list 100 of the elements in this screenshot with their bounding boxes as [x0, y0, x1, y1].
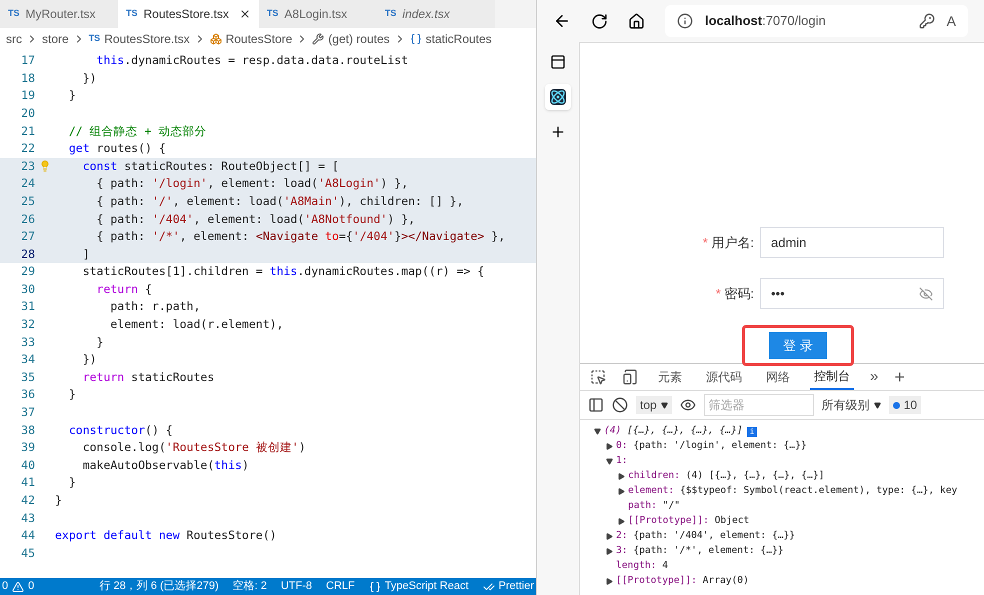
clear-console-icon[interactable] [612, 397, 628, 413]
line-number: 32 [20, 316, 35, 334]
key-icon[interactable] [918, 13, 935, 29]
collapsed-triangle-icon[interactable] [606, 578, 613, 585]
inspect-icon[interactable] [590, 369, 606, 385]
status-item[interactable]: 行 28，列 6 (已选择279) [99, 578, 219, 595]
code-line: { path: '/*', element: <Navigate to={'/404'}></Navigate> }, [96, 228, 506, 246]
status-item[interactable]: 空格: 2 [232, 578, 267, 595]
refresh-icon[interactable] [591, 12, 608, 30]
console-entry: [[Prototype]]: Object [628, 514, 750, 528]
code-line: makeAutoObservable(this) [82, 456, 249, 474]
add-icon[interactable] [550, 124, 566, 140]
check-icon [482, 580, 495, 592]
editor-tab[interactable]: TS RoutesStore.tsx [118, 0, 259, 28]
code-line: } [96, 334, 104, 351]
code-line: constructor() { [68, 422, 173, 439]
message-count-badge[interactable]: 10 [888, 396, 922, 414]
collapsed-triangle-icon[interactable] [618, 473, 625, 480]
tabs-icon[interactable] [550, 54, 566, 70]
address-bar[interactable]: localhost:7070/login A [665, 5, 968, 37]
eye-icon[interactable] [680, 397, 696, 413]
line-number: 26 [20, 210, 35, 228]
line-number: 30 [20, 280, 35, 298]
console-entry: (4) [{…}, {…}, {…}, {…}] [604, 424, 743, 438]
code-line: export default new RoutesStore() [55, 527, 277, 544]
warning-icon [12, 580, 24, 592]
sidebar-icon[interactable] [588, 397, 604, 413]
status-item[interactable]: TypeScript React [384, 578, 469, 595]
line-number: 42 [20, 492, 35, 510]
add-tab-button[interactable]: + [894, 364, 905, 390]
login-button[interactable]: 登 录 [769, 332, 827, 359]
line-number: 31 [20, 298, 35, 316]
line-number: 18 [20, 70, 35, 87]
status-item[interactable]: CRLF [326, 578, 355, 595]
devtools-tab[interactable]: 控制台 [810, 364, 854, 390]
line-number: 41 [20, 474, 35, 492]
collapsed-triangle-icon[interactable] [618, 488, 625, 495]
collapsed-triangle-icon[interactable] [606, 548, 613, 555]
line-number: 25 [20, 192, 35, 210]
code-line: { path: '/404', element: load('A8Notfound') }, [96, 210, 416, 228]
sidebar-app-button[interactable] [545, 84, 571, 110]
collapsed-triangle-icon[interactable] [606, 443, 613, 450]
line-number: 24 [20, 175, 35, 192]
braces-icon [368, 580, 381, 592]
editor-tab[interactable]: TS A8Login.tsx [258, 0, 377, 28]
warning-count[interactable]: 0 [28, 578, 34, 595]
expanded-triangle-icon[interactable] [594, 428, 601, 435]
password-field[interactable]: ••• [760, 278, 944, 309]
devtools-tab[interactable]: 源代码 [702, 364, 746, 390]
tab-label: MyRouter.tsx [26, 6, 96, 23]
username-field[interactable]: admin [760, 227, 944, 258]
collapsed-triangle-icon[interactable] [606, 533, 613, 540]
code-line: const staticRoutes: RouteObject[] = [ [82, 158, 339, 175]
hide-password-icon[interactable] [919, 286, 933, 300]
levels-dropdown[interactable]: 所有级别 [822, 396, 881, 414]
breadcrumb-item[interactable]: RoutesStore [210, 30, 292, 48]
error-count[interactable]: 0 [2, 578, 8, 595]
line-number: 19 [20, 87, 35, 104]
typescript-file-icon: TS [384, 7, 396, 21]
close-icon[interactable] [238, 8, 251, 20]
status-item[interactable]: UTF-8 [280, 578, 312, 595]
breadcrumb-item[interactable]: store [42, 30, 69, 48]
context-dropdown[interactable]: top [636, 396, 672, 414]
collapsed-triangle-icon[interactable] [618, 518, 625, 525]
read-aloud-label[interactable]: A [946, 10, 956, 32]
device-icon[interactable] [622, 369, 638, 385]
editor-tab[interactable]: TS MyRouter.tsx [0, 0, 118, 28]
tab-label: RoutesStore.tsx [144, 6, 229, 23]
breadcrumb-item[interactable]: src [6, 30, 22, 48]
status-item[interactable]: Prettier [498, 578, 534, 595]
console-entry: element: {$$typeof: Symbol(react.element), type: {…}, key [628, 484, 958, 498]
line-number: 27 [20, 228, 35, 246]
line-number: 35 [20, 368, 35, 386]
devtools-tab[interactable]: 元素 [654, 364, 686, 390]
typescript-file-icon: TS [266, 7, 278, 21]
code-line: } [68, 87, 76, 104]
typescript-file-icon: TS [126, 7, 138, 21]
home-icon[interactable] [628, 12, 645, 30]
console-entry: 0: {path: '/login', element: {…}} [616, 439, 807, 454]
line-number: 38 [20, 422, 35, 439]
console-entry: children: (4) [{…}, {…}, {…}, {…}] [628, 469, 824, 484]
devtools-tab[interactable]: 网络 [762, 364, 794, 390]
breadcrumb-item[interactable]: TS RoutesStore.tsx [88, 30, 190, 48]
typescript-file-icon: TS [8, 7, 20, 21]
code-line: } [68, 474, 76, 492]
console-entry: path: "/" [628, 499, 680, 514]
info-badge[interactable]: i [746, 426, 758, 436]
code-line: } [68, 386, 76, 404]
breadcrumb-item[interactable]: staticRoutes [410, 30, 492, 48]
editor-tab[interactable]: TS index.tsx [376, 0, 495, 28]
code-line: return staticRoutes [82, 368, 214, 386]
filter-field[interactable]: 筛选器 [704, 394, 814, 416]
tab-label: A8Login.tsx [284, 6, 348, 23]
dropdown-arrow-icon [660, 402, 668, 408]
code-line: }) [82, 70, 97, 87]
more-tabs-button[interactable]: » [870, 366, 878, 388]
back-icon[interactable] [553, 12, 571, 30]
breadcrumb-item[interactable]: (get) routes [312, 30, 390, 48]
expanded-triangle-icon[interactable] [606, 458, 613, 465]
console-entry: 3: {path: '/*', element: {…}} [616, 544, 784, 558]
